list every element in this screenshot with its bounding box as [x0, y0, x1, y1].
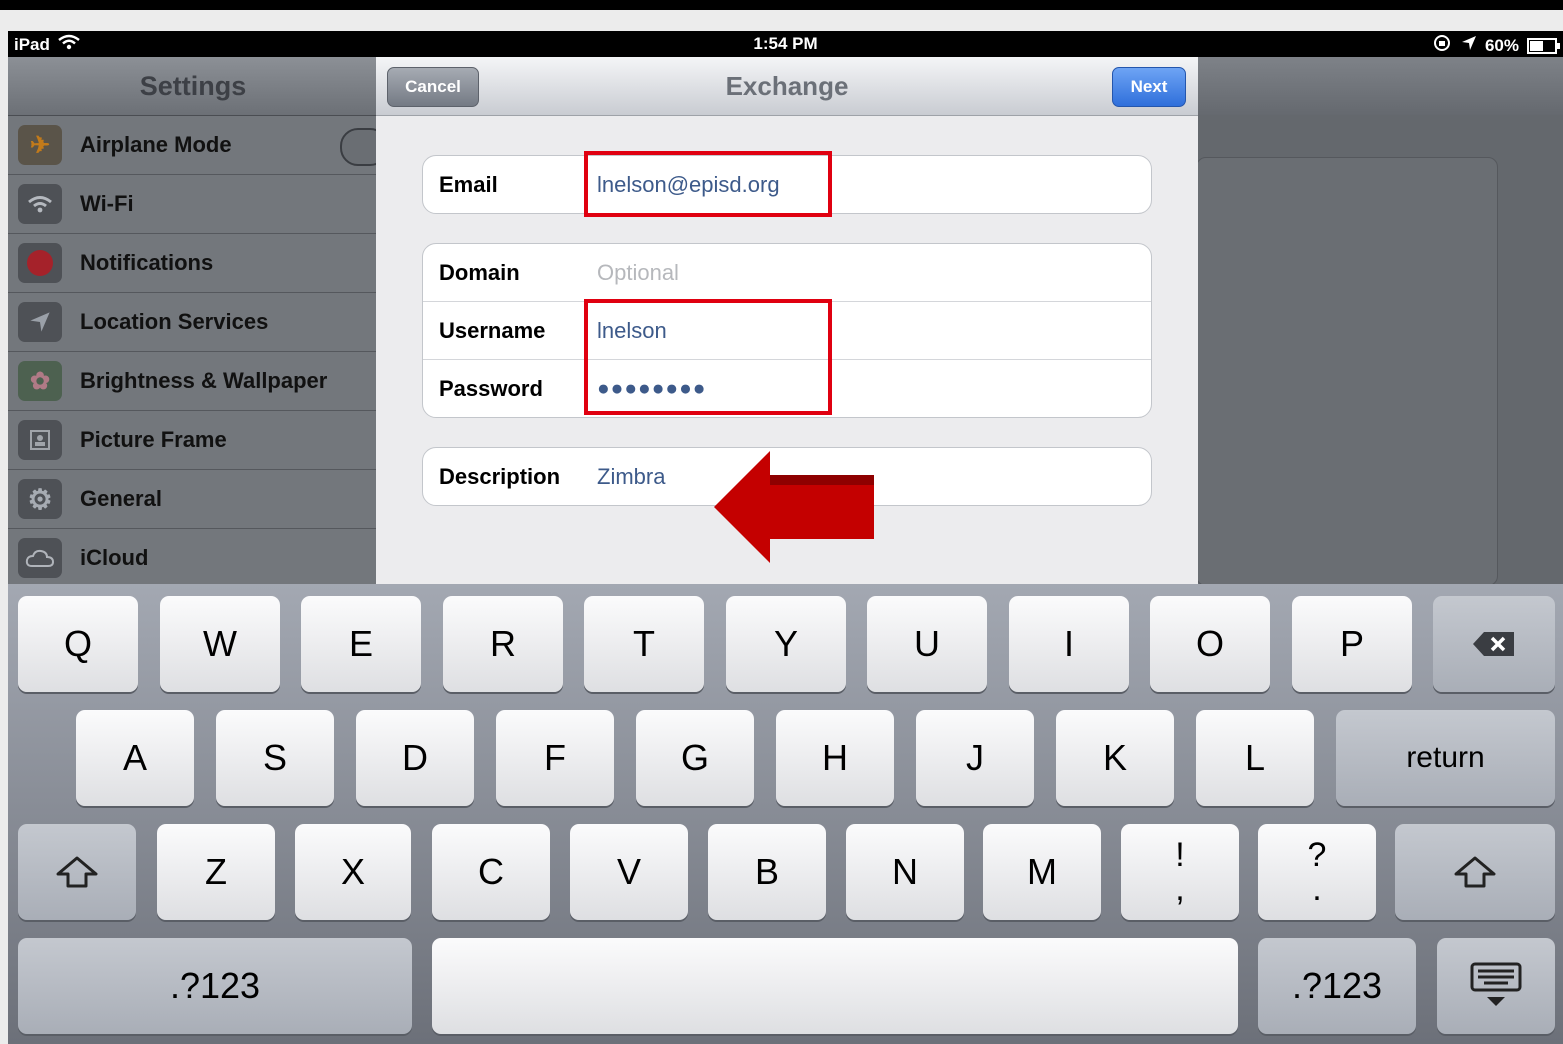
sidebar-item-brightness-wallpaper[interactable]: ✿ Brightness & Wallpaper	[8, 352, 378, 411]
detail-card	[1196, 157, 1498, 586]
key-z[interactable]: Z	[157, 824, 275, 920]
hide-keyboard-icon	[1470, 962, 1522, 1006]
key-question-period[interactable]: ? .	[1258, 824, 1376, 920]
username-label: Username	[439, 317, 546, 343]
sidebar-item-label: Location Services	[80, 309, 269, 334]
key-question-label: ?	[1307, 836, 1327, 874]
key-x[interactable]: X	[295, 824, 411, 920]
credentials-highlight-box	[584, 299, 832, 415]
rotation-lock-icon	[1433, 34, 1453, 57]
key-o[interactable]: O	[1150, 596, 1270, 692]
key-c[interactable]: C	[432, 824, 550, 920]
sidebar-item-label: Brightness & Wallpaper	[80, 368, 328, 393]
email-label: Email	[439, 171, 498, 197]
ipad-screen: iPad 1:54 PM 60% Settings ✈ Airplane Mod…	[8, 31, 1563, 1044]
shift-key-right[interactable]	[1395, 824, 1555, 920]
modal-header: Cancel Exchange Next	[376, 57, 1198, 116]
space-key[interactable]	[432, 938, 1238, 1034]
sidebar-item-label: Wi-Fi	[80, 191, 134, 216]
shift-icon	[1454, 856, 1496, 888]
key-r[interactable]: R	[443, 596, 563, 692]
onscreen-keyboard: Q W E R T Y U I O P A S D F G H J K L re…	[8, 584, 1563, 1044]
key-w[interactable]: W	[160, 596, 280, 692]
key-e[interactable]: E	[301, 596, 421, 692]
backspace-key[interactable]	[1433, 596, 1555, 692]
sidebar-item-label: Airplane Mode	[80, 132, 232, 157]
top-border	[0, 0, 1563, 10]
return-key[interactable]: return	[1336, 710, 1555, 806]
picture-frame-icon	[18, 420, 62, 460]
settings-sidebar: Settings ✈ Airplane Mode Wi-Fi Notificat…	[8, 57, 388, 588]
sidebar-item-notifications[interactable]: Notifications	[8, 234, 378, 293]
sidebar-item-airplane-mode[interactable]: ✈ Airplane Mode	[8, 116, 388, 175]
sidebar-item-picture-frame[interactable]: Picture Frame	[8, 411, 378, 470]
key-p[interactable]: P	[1292, 596, 1412, 692]
sidebar-item-location-services[interactable]: Location Services	[8, 293, 378, 352]
sidebar-item-general[interactable]: ⚙ General	[8, 470, 378, 529]
key-v[interactable]: V	[570, 824, 688, 920]
key-a[interactable]: A	[76, 710, 194, 806]
key-exclamation-comma-labels: ! ,	[1175, 838, 1184, 906]
password-label: Password	[439, 375, 543, 401]
numbers-key-left[interactable]: .?123	[18, 938, 412, 1034]
numbers-key-right[interactable]: .?123	[1258, 938, 1416, 1034]
hide-keyboard-key[interactable]	[1437, 938, 1555, 1034]
sidebar-item-label: General	[80, 486, 162, 511]
modal-title: Exchange	[725, 71, 849, 101]
key-j[interactable]: J	[916, 710, 1034, 806]
key-exclamation-comma[interactable]: ! ,	[1121, 824, 1239, 920]
sidebar-item-icloud[interactable]: iCloud	[8, 529, 378, 588]
settings-title: Settings	[8, 57, 378, 116]
status-bar: iPad 1:54 PM 60%	[8, 31, 1563, 57]
gear-icon: ⚙	[18, 479, 62, 519]
key-y[interactable]: Y	[726, 596, 846, 692]
key-k[interactable]: K	[1056, 710, 1174, 806]
sidebar-item-label: Notifications	[80, 250, 214, 275]
location-arrow-icon	[1461, 35, 1477, 56]
key-period-label: .	[1312, 870, 1322, 908]
key-g[interactable]: G	[636, 710, 754, 806]
status-right: 60%	[1433, 34, 1560, 57]
key-s[interactable]: S	[216, 710, 334, 806]
wifi-icon	[18, 184, 62, 224]
key-t[interactable]: T	[584, 596, 704, 692]
battery-icon	[1527, 37, 1560, 54]
description-label: Description	[439, 463, 561, 489]
shift-icon	[56, 856, 98, 888]
key-h[interactable]: H	[776, 710, 894, 806]
shift-key-left[interactable]	[18, 824, 136, 920]
next-button[interactable]: Next	[1112, 67, 1186, 107]
battery-percent: 60%	[1484, 35, 1519, 55]
key-l[interactable]: L	[1196, 710, 1314, 806]
key-b[interactable]: B	[708, 824, 826, 920]
key-u[interactable]: U	[867, 596, 987, 692]
domain-label: Domain	[439, 259, 520, 285]
key-f[interactable]: F	[496, 710, 614, 806]
key-n[interactable]: N	[846, 824, 964, 920]
email-highlight-box	[584, 151, 832, 217]
red-arrow-icon	[714, 451, 874, 563]
description-field[interactable]: Zimbra	[597, 464, 665, 490]
key-exclamation-label: !	[1175, 836, 1185, 874]
key-m[interactable]: M	[983, 824, 1101, 920]
status-time: 1:54 PM	[753, 34, 818, 53]
key-question-period-labels: ? .	[1308, 838, 1327, 906]
cloud-icon	[18, 538, 62, 578]
airplane-icon: ✈	[18, 125, 62, 165]
key-comma-label: ,	[1175, 870, 1185, 908]
key-i[interactable]: I	[1009, 596, 1129, 692]
location-icon	[18, 302, 62, 342]
key-d[interactable]: D	[356, 710, 474, 806]
notifications-icon	[18, 243, 62, 283]
sidebar-item-wifi[interactable]: Wi-Fi	[8, 175, 378, 234]
flower-icon: ✿	[18, 361, 62, 401]
domain-row[interactable]: Domain Optional	[423, 244, 1151, 301]
key-q[interactable]: Q	[18, 596, 138, 692]
sidebar-item-label: iCloud	[80, 545, 149, 570]
backspace-icon	[1473, 632, 1514, 656]
domain-field[interactable]: Optional	[597, 260, 679, 286]
sidebar-item-label: Picture Frame	[80, 427, 227, 452]
